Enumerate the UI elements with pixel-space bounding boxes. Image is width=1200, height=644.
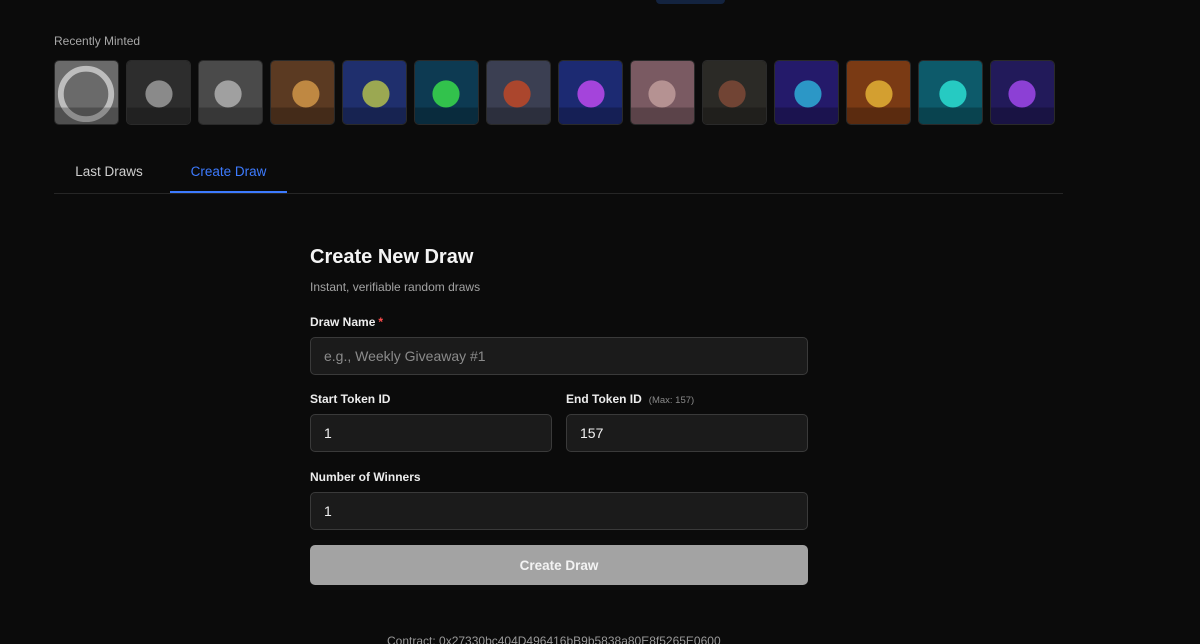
end-token-input[interactable]	[566, 414, 808, 452]
end-token-label: End Token ID (Max: 157)	[566, 392, 694, 406]
tab-last-draws[interactable]: Last Draws	[54, 150, 164, 192]
top-cutoff-button[interactable]	[656, 0, 725, 4]
minted-thumbnail[interactable]	[846, 60, 911, 125]
form-subtitle: Instant, verifiable random draws	[310, 280, 481, 294]
winners-label: Number of Winners	[310, 470, 421, 484]
draw-name-label-text: Draw Name	[310, 315, 376, 329]
end-token-label-text: End Token ID	[566, 392, 642, 406]
stage-thumbnail-icon	[559, 61, 622, 124]
minted-thumbnail[interactable]	[198, 60, 263, 125]
start-token-input[interactable]	[310, 414, 552, 452]
contract-address: Contract: 0x27330bc404D496416bB9b5838a80…	[387, 634, 721, 644]
minted-thumbnail[interactable]	[990, 60, 1055, 125]
creature-thumbnail-icon	[487, 61, 550, 124]
aqua-thumbnail-icon	[919, 61, 982, 124]
figure-thumbnail-icon	[199, 61, 262, 124]
recently-minted-gallery	[54, 60, 1055, 125]
top-strip-cutoff	[0, 0, 1200, 10]
required-mark: *	[378, 315, 384, 329]
minted-thumbnail[interactable]	[414, 60, 479, 125]
mist-thumbnail-icon	[631, 61, 694, 124]
minted-thumbnail[interactable]	[486, 60, 551, 125]
orb-thumbnail-icon	[415, 61, 478, 124]
start-token-label: Start Token ID	[310, 392, 391, 406]
golden-thumbnail-icon	[847, 61, 910, 124]
wheel-thumbnail-icon	[55, 61, 118, 124]
minted-thumbnail[interactable]	[54, 60, 119, 125]
building-thumbnail-icon	[127, 61, 190, 124]
minted-thumbnail[interactable]	[918, 60, 983, 125]
minted-thumbnail[interactable]	[702, 60, 767, 125]
recently-minted-label: Recently Minted	[54, 34, 141, 48]
minted-thumbnail[interactable]	[558, 60, 623, 125]
form-title: Create New Draw	[310, 246, 474, 268]
create-draw-form: Create New Draw Instant, verifiable rand…	[310, 246, 808, 585]
robot-thumbnail-icon	[343, 61, 406, 124]
violet-thumbnail-icon	[991, 61, 1054, 124]
minted-thumbnail[interactable]	[126, 60, 191, 125]
page: Recently Minted Last Draws Create Draw C…	[0, 0, 1200, 644]
draw-name-input[interactable]	[310, 337, 808, 375]
minted-thumbnail[interactable]	[630, 60, 695, 125]
forest-thumbnail-icon	[703, 61, 766, 124]
tab-bar: Last Draws Create Draw	[54, 150, 1063, 194]
draw-name-label: Draw Name *	[310, 315, 383, 329]
create-draw-button[interactable]: Create Draw	[310, 545, 808, 585]
alien-thumbnail-icon	[775, 61, 838, 124]
winners-input[interactable]	[310, 492, 808, 530]
minted-thumbnail[interactable]	[270, 60, 335, 125]
end-token-max-hint: (Max: 157)	[648, 395, 695, 406]
minted-thumbnail[interactable]	[774, 60, 839, 125]
minted-thumbnail[interactable]	[342, 60, 407, 125]
tab-create-draw[interactable]: Create Draw	[170, 150, 287, 193]
character-thumbnail-icon	[271, 61, 334, 124]
